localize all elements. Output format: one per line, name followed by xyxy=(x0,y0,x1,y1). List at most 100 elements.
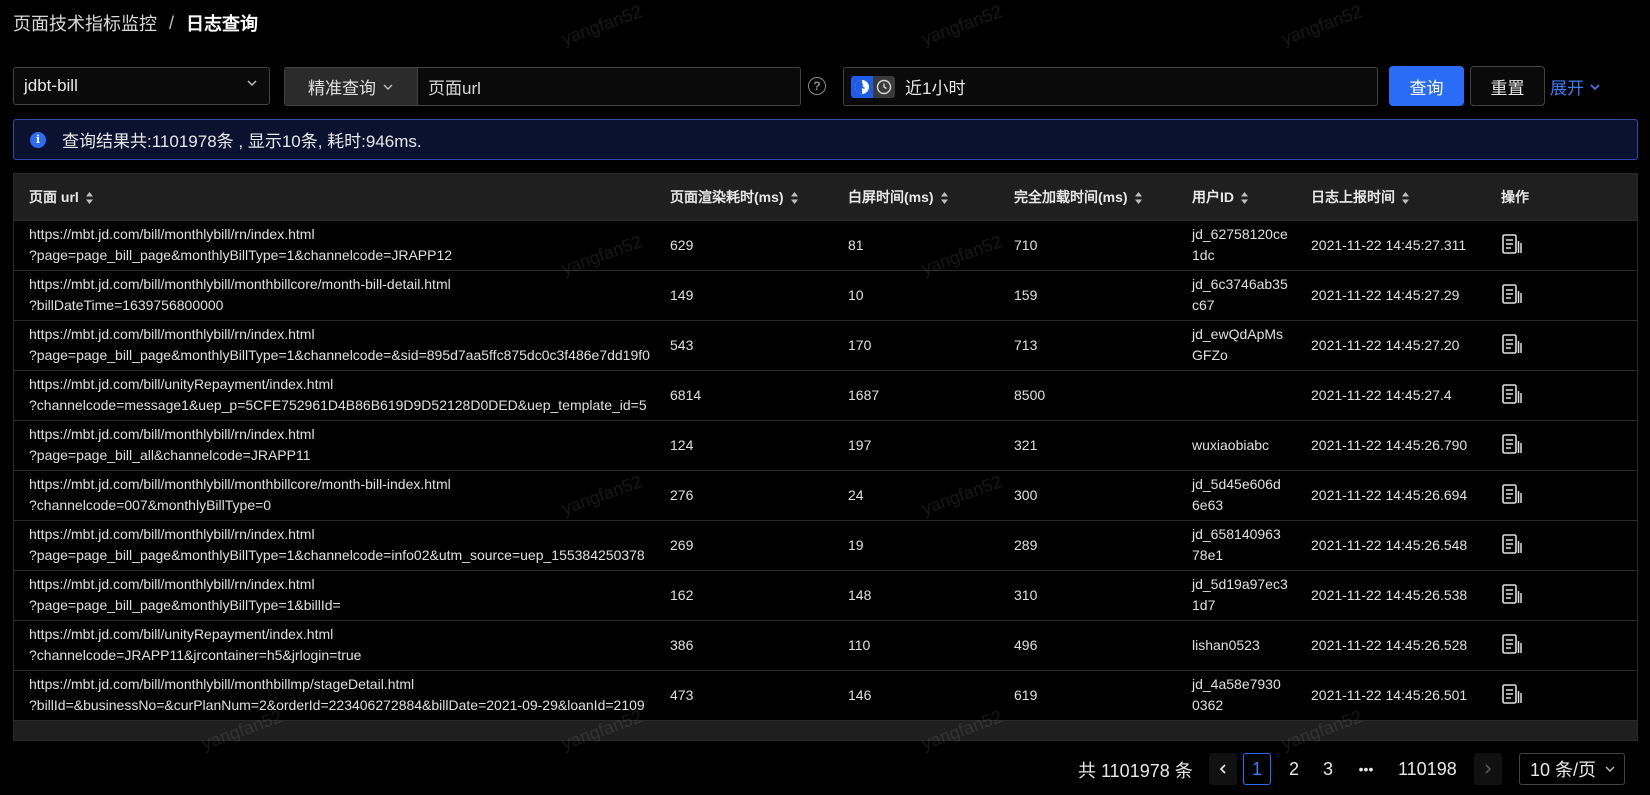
table-row: https://mbt.jd.com/bill/monthlybill/mont… xyxy=(14,270,1637,321)
watermark-text: yangfan52 xyxy=(1278,1,1365,49)
cell-render-time: 276 xyxy=(655,470,833,521)
cell-actions xyxy=(1486,320,1637,371)
detail-icon[interactable] xyxy=(1501,683,1523,705)
url-path: https://mbt.jd.com/bill/monthlybill/rn/i… xyxy=(29,526,315,542)
page-button-1[interactable]: 1 xyxy=(1243,753,1271,785)
sort-icon[interactable] xyxy=(85,191,94,205)
url-query: ?billId=&businessNo=&curPlanNum=2&orderI… xyxy=(29,697,645,713)
app-select[interactable]: jdbt-bill xyxy=(13,67,270,105)
table-row: https://mbt.jd.com/bill/monthlybill/rn/i… xyxy=(14,220,1637,271)
cell-report-time: 2021-11-22 14:45:26.694 xyxy=(1296,470,1486,521)
app-select-value: jdbt-bill xyxy=(24,76,78,95)
breadcrumb-current: 日志查询 xyxy=(186,14,259,34)
detail-icon[interactable] xyxy=(1501,583,1523,605)
cell-actions xyxy=(1486,570,1637,621)
cell-render-time: 162 xyxy=(655,570,833,621)
url-query: ?channelcode=message1&uep_p=5CFE752961D4… xyxy=(29,397,647,413)
cell-user-id: wuxiaobiabc xyxy=(1177,420,1296,471)
column-header-label: 白屏时间(ms) xyxy=(848,188,934,205)
question-circle-icon[interactable]: ? xyxy=(808,77,826,95)
cell-report-time: 2021-11-22 14:45:27.4 xyxy=(1296,370,1486,421)
cell-render-time: 269 xyxy=(655,520,833,571)
query-field-input[interactable] xyxy=(418,68,800,105)
cell-url: https://mbt.jd.com/bill/monthlybill/mont… xyxy=(14,270,655,321)
cell-user-id: jd_5d45e606d6e63 xyxy=(1177,470,1296,521)
detail-icon[interactable] xyxy=(1501,533,1523,555)
cell-url: https://mbt.jd.com/bill/unityRepayment/i… xyxy=(14,620,655,671)
clock-filled-icon[interactable] xyxy=(851,75,873,98)
table-row: https://mbt.jd.com/bill/monthlybill/rn/i… xyxy=(14,320,1637,371)
watermark-text: yangfan52 xyxy=(558,1,645,49)
column-header-user-id[interactable]: 用户ID xyxy=(1177,174,1296,221)
cell-render-time: 543 xyxy=(655,320,833,371)
url-query: ?page=page_bill_page&monthlyBillType=1&b… xyxy=(29,597,341,613)
url-path: https://mbt.jd.com/bill/monthlybill/mont… xyxy=(29,476,451,492)
detail-icon[interactable] xyxy=(1501,233,1523,255)
cell-white-screen: 170 xyxy=(833,320,999,371)
detail-icon[interactable] xyxy=(1501,383,1523,405)
page-ellipsis[interactable]: ••• xyxy=(1352,753,1380,785)
page-button-last[interactable]: 110198 xyxy=(1394,753,1461,785)
sort-icon[interactable] xyxy=(790,191,799,205)
cell-full-load: 713 xyxy=(999,320,1177,371)
detail-icon[interactable] xyxy=(1501,433,1523,455)
watermark-text: yangfan52 xyxy=(918,1,1005,49)
column-header-full-load[interactable]: 完全加载时间(ms) xyxy=(999,174,1177,221)
cell-url: https://mbt.jd.com/bill/monthlybill/rn/i… xyxy=(14,420,655,471)
cell-actions xyxy=(1486,470,1637,521)
prev-page-button[interactable] xyxy=(1209,753,1237,785)
detail-icon[interactable] xyxy=(1501,333,1523,355)
cell-render-time: 386 xyxy=(655,620,833,671)
clock-icon[interactable] xyxy=(873,75,895,98)
sort-icon[interactable] xyxy=(1134,191,1143,205)
page-button-2[interactable]: 2 xyxy=(1280,753,1308,785)
cell-report-time: 2021-11-22 14:45:27.20 xyxy=(1296,320,1486,371)
column-header-actions: 操作 xyxy=(1486,174,1637,221)
cell-url: https://mbt.jd.com/bill/monthlybill/mont… xyxy=(14,670,655,721)
time-range-picker[interactable]: 近1小时 xyxy=(843,67,1378,106)
chevron-right-icon xyxy=(1485,764,1492,774)
pagination: 共 1101978 条 1 2 3 ••• 110198 10 条/页 xyxy=(0,753,1650,787)
cell-white-screen: 81 xyxy=(833,220,999,271)
result-info-text: 查询结果共:1101978条 , 显示10条, 耗时:946ms. xyxy=(62,132,422,151)
page-button-3[interactable]: 3 xyxy=(1314,753,1342,785)
detail-icon[interactable] xyxy=(1501,483,1523,505)
detail-icon[interactable] xyxy=(1501,633,1523,655)
cell-url: https://mbt.jd.com/bill/monthlybill/rn/i… xyxy=(14,220,655,271)
cell-url: https://mbt.jd.com/bill/monthlybill/rn/i… xyxy=(14,320,655,371)
url-path: https://mbt.jd.com/bill/monthlybill/mont… xyxy=(29,676,415,692)
cell-render-time: 149 xyxy=(655,270,833,321)
search-button[interactable]: 查询 xyxy=(1389,66,1464,106)
reset-button[interactable]: 重置 xyxy=(1470,66,1545,106)
cell-white-screen: 19 xyxy=(833,520,999,571)
column-header-white-screen[interactable]: 白屏时间(ms) xyxy=(833,174,999,221)
column-header-label: 用户ID xyxy=(1192,188,1234,205)
query-input-group: 精准查询 xyxy=(284,67,801,106)
breadcrumb-parent[interactable]: 页面技术指标监控 xyxy=(13,10,157,36)
column-header-report-time[interactable]: 日志上报时间 xyxy=(1296,174,1486,221)
column-header-render-time[interactable]: 页面渲染耗时(ms) xyxy=(655,174,833,221)
url-query: ?page=page_bill_page&monthlyBillType=1&c… xyxy=(29,347,650,363)
page-size-value: 10 条/页 xyxy=(1530,760,1597,780)
cell-render-time: 629 xyxy=(655,220,833,271)
column-header-url[interactable]: 页面 url xyxy=(14,174,655,221)
url-path: https://mbt.jd.com/bill/monthlybill/rn/i… xyxy=(29,576,315,592)
cell-render-time: 6814 xyxy=(655,370,833,421)
cell-actions xyxy=(1486,420,1637,471)
chevron-down-icon xyxy=(1605,766,1615,772)
url-path: https://mbt.jd.com/bill/unityRepayment/i… xyxy=(29,626,334,642)
expand-button[interactable]: 展开 xyxy=(1550,74,1601,99)
cell-url: https://mbt.jd.com/bill/monthlybill/mont… xyxy=(14,470,655,521)
page-size-select[interactable]: 10 条/页 xyxy=(1519,753,1625,785)
sort-icon[interactable] xyxy=(940,191,949,205)
info-icon: i xyxy=(30,131,46,148)
cell-actions xyxy=(1486,520,1637,571)
cell-user-id: jd_62758120ce1dc xyxy=(1177,220,1296,271)
cell-white-screen: 148 xyxy=(833,570,999,621)
detail-icon[interactable] xyxy=(1501,283,1523,305)
query-mode-select[interactable]: 精准查询 xyxy=(285,68,418,105)
sort-icon[interactable] xyxy=(1240,191,1249,205)
sort-icon[interactable] xyxy=(1401,191,1410,205)
next-page-button[interactable] xyxy=(1474,753,1502,785)
time-mode-toggle[interactable] xyxy=(851,75,895,98)
